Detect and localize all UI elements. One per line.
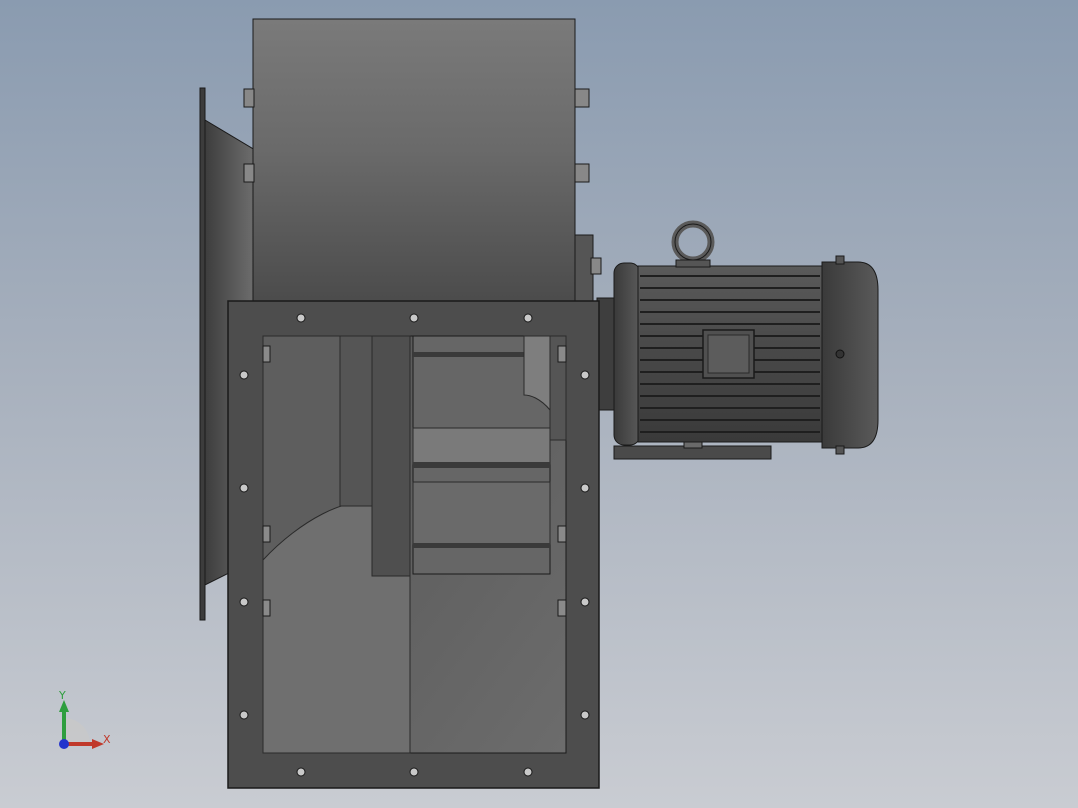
coordinate-triad[interactable]: Y X — [58, 689, 111, 749]
fan-housing[interactable] — [243, 18, 602, 310]
outlet-flange[interactable] — [227, 300, 600, 789]
cad-viewport[interactable]: Y X — [0, 0, 1078, 808]
electric-motor[interactable] — [613, 255, 879, 455]
inlet-plate[interactable] — [199, 87, 206, 621]
fan-model-render[interactable]: Y X — [0, 0, 1078, 808]
motor-end-cap[interactable] — [821, 261, 879, 449]
lifting-eye[interactable] — [671, 220, 715, 268]
x-axis-label: X — [103, 733, 111, 746]
z-axis-dot — [59, 739, 69, 749]
y-axis-label: Y — [58, 689, 66, 702]
